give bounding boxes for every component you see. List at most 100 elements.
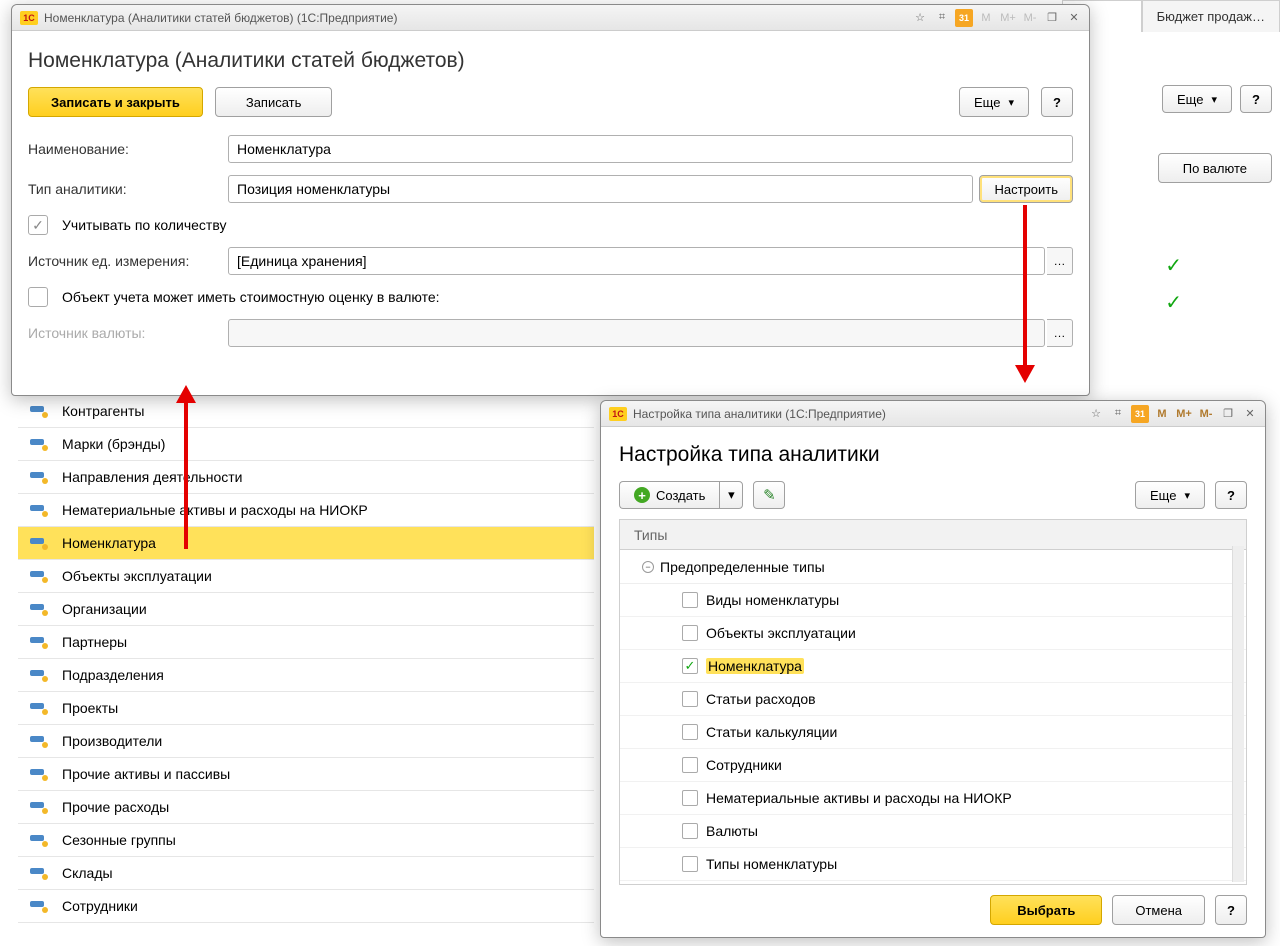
bg-col-currency[interactable]: По валюте (1158, 153, 1272, 183)
m-icon[interactable]: M (977, 9, 995, 27)
calendar-icon[interactable]: 31 (955, 9, 973, 27)
type-item[interactable]: Статьи расходов (620, 683, 1246, 716)
save-close-button[interactable]: Записать и закрыть (28, 87, 203, 117)
star-icon[interactable]: ☆ (911, 9, 929, 27)
tag-icon (30, 736, 46, 746)
scrollbar[interactable] (1232, 546, 1244, 882)
type-item[interactable]: Нематериальные активы и расходы на НИОКР (620, 782, 1246, 815)
tree-root[interactable]: − Предопределенные типы (620, 550, 1246, 584)
checkbox-qty[interactable] (28, 215, 48, 235)
configure-button[interactable]: Настроить (979, 175, 1073, 203)
checkbox-currency[interactable] (28, 287, 48, 307)
dlg2-title-text: Настройка типа аналитики (1С:Предприятие… (633, 407, 886, 421)
select-button[interactable]: Выбрать (990, 895, 1102, 925)
save-button[interactable]: Записать (215, 87, 333, 117)
calc-icon[interactable]: ⌗ (933, 9, 951, 27)
list-item[interactable]: Склады (18, 857, 594, 890)
dlg1-heading: Номенклатура (Аналитики статей бюджетов) (28, 49, 1073, 73)
configure-type-dialog: 1C Настройка типа аналитики (1С:Предприя… (600, 400, 1266, 938)
cancel-button[interactable]: Отмена (1112, 895, 1205, 925)
type-item[interactable]: Сотрудники (620, 749, 1246, 782)
list-item[interactable]: Направления деятельности (18, 461, 594, 494)
checkbox[interactable] (682, 658, 698, 674)
ellipsis-currency-button[interactable]: … (1047, 319, 1073, 347)
list-item[interactable]: Нематериальные активы и расходы на НИОКР (18, 494, 594, 527)
dlg2-help-button-2[interactable]: ? (1215, 895, 1247, 925)
close-icon[interactable]: ✕ (1241, 405, 1259, 423)
bg-help-button[interactable]: ? (1240, 85, 1272, 113)
checkbox[interactable] (682, 823, 698, 839)
list-item[interactable]: Прочие расходы (18, 791, 594, 824)
dlg1-more-button[interactable]: Еще (959, 87, 1029, 117)
tag-icon (30, 439, 46, 449)
list-item-label: Контрагенты (62, 403, 144, 419)
bg-more-button[interactable]: Еще (1162, 85, 1232, 113)
close-icon[interactable]: ✕ (1065, 9, 1083, 27)
checkbox[interactable] (682, 856, 698, 872)
list-item[interactable]: Организации (18, 593, 594, 626)
type-label: Статьи калькуляции (706, 724, 837, 740)
app-logo-icon: 1C (20, 11, 38, 25)
tag-icon (30, 406, 46, 416)
calc-icon[interactable]: ⌗ (1109, 405, 1127, 423)
type-item[interactable]: Статьи калькуляции (620, 716, 1246, 749)
dlg1-help-button[interactable]: ? (1041, 87, 1073, 117)
check-icon: ✓ (1165, 253, 1182, 278)
list-item-label: Подразделения (62, 667, 164, 683)
input-name[interactable] (228, 135, 1073, 163)
window-icon[interactable]: ❐ (1043, 9, 1061, 27)
tag-icon (30, 769, 46, 779)
list-item[interactable]: Номенклатура (18, 527, 594, 560)
create-dropdown[interactable]: ▾ (719, 481, 743, 509)
list-item[interactable]: Проекты (18, 692, 594, 725)
m-minus-icon[interactable]: M- (1021, 9, 1039, 27)
label-type: Тип аналитики: (28, 181, 228, 197)
bg-tab-2[interactable]: Бюджет продаж… (1142, 0, 1280, 32)
dlg2-titlebar[interactable]: 1C Настройка типа аналитики (1С:Предприя… (601, 401, 1265, 427)
calendar-icon[interactable]: 31 (1131, 405, 1149, 423)
edit-analytics-dialog: 1C Номенклатура (Аналитики статей бюджет… (11, 4, 1090, 396)
list-item[interactable]: Подразделения (18, 659, 594, 692)
m-plus-icon[interactable]: M+ (999, 9, 1017, 27)
check-icon: ✓ (1165, 290, 1182, 315)
dlg1-titlebar[interactable]: 1C Номенклатура (Аналитики статей бюджет… (12, 5, 1089, 31)
m-plus-icon[interactable]: M+ (1175, 405, 1193, 423)
input-unit-source[interactable] (228, 247, 1045, 275)
window-icon[interactable]: ❐ (1219, 405, 1237, 423)
checkbox[interactable] (682, 625, 698, 641)
list-item[interactable]: Партнеры (18, 626, 594, 659)
list-item[interactable]: Сотрудники (18, 890, 594, 923)
plus-icon: + (634, 487, 650, 503)
label-currency: Объект учета может иметь стоимостную оце… (62, 289, 440, 305)
create-button[interactable]: +Создать ▾ (619, 481, 743, 509)
list-item[interactable]: Производители (18, 725, 594, 758)
list-item[interactable]: Объекты эксплуатации (18, 560, 594, 593)
star-icon[interactable]: ☆ (1087, 405, 1105, 423)
m-minus-icon[interactable]: M- (1197, 405, 1215, 423)
type-item[interactable]: Номенклатура (620, 650, 1246, 683)
checkbox[interactable] (682, 790, 698, 806)
list-item-label: Сотрудники (62, 898, 138, 914)
dlg2-help-button[interactable]: ? (1215, 481, 1247, 509)
checkbox[interactable] (682, 724, 698, 740)
type-item[interactable]: Типы номенклатуры (620, 848, 1246, 881)
m-icon[interactable]: M (1153, 405, 1171, 423)
type-item[interactable]: Валюты (620, 815, 1246, 848)
collapse-icon[interactable]: − (642, 561, 654, 573)
grid-header-types: Типы (620, 520, 1246, 550)
checkbox[interactable] (682, 592, 698, 608)
list-item[interactable]: Марки (брэнды) (18, 428, 594, 461)
type-item[interactable]: Объекты эксплуатации (620, 617, 1246, 650)
checkbox[interactable] (682, 757, 698, 773)
input-type[interactable] (228, 175, 973, 203)
checkbox[interactable] (682, 691, 698, 707)
list-item[interactable]: Сезонные группы (18, 824, 594, 857)
type-item[interactable]: Виды номенклатуры (620, 584, 1246, 617)
list-item-label: Прочие расходы (62, 799, 169, 815)
list-item[interactable]: Контрагенты (18, 395, 594, 428)
ellipsis-unit-button[interactable]: … (1047, 247, 1073, 275)
dlg2-more-button[interactable]: Еще (1135, 481, 1205, 509)
list-item[interactable]: Прочие активы и пассивы (18, 758, 594, 791)
tag-icon (30, 703, 46, 713)
edit-button[interactable]: ✎ (753, 481, 785, 509)
